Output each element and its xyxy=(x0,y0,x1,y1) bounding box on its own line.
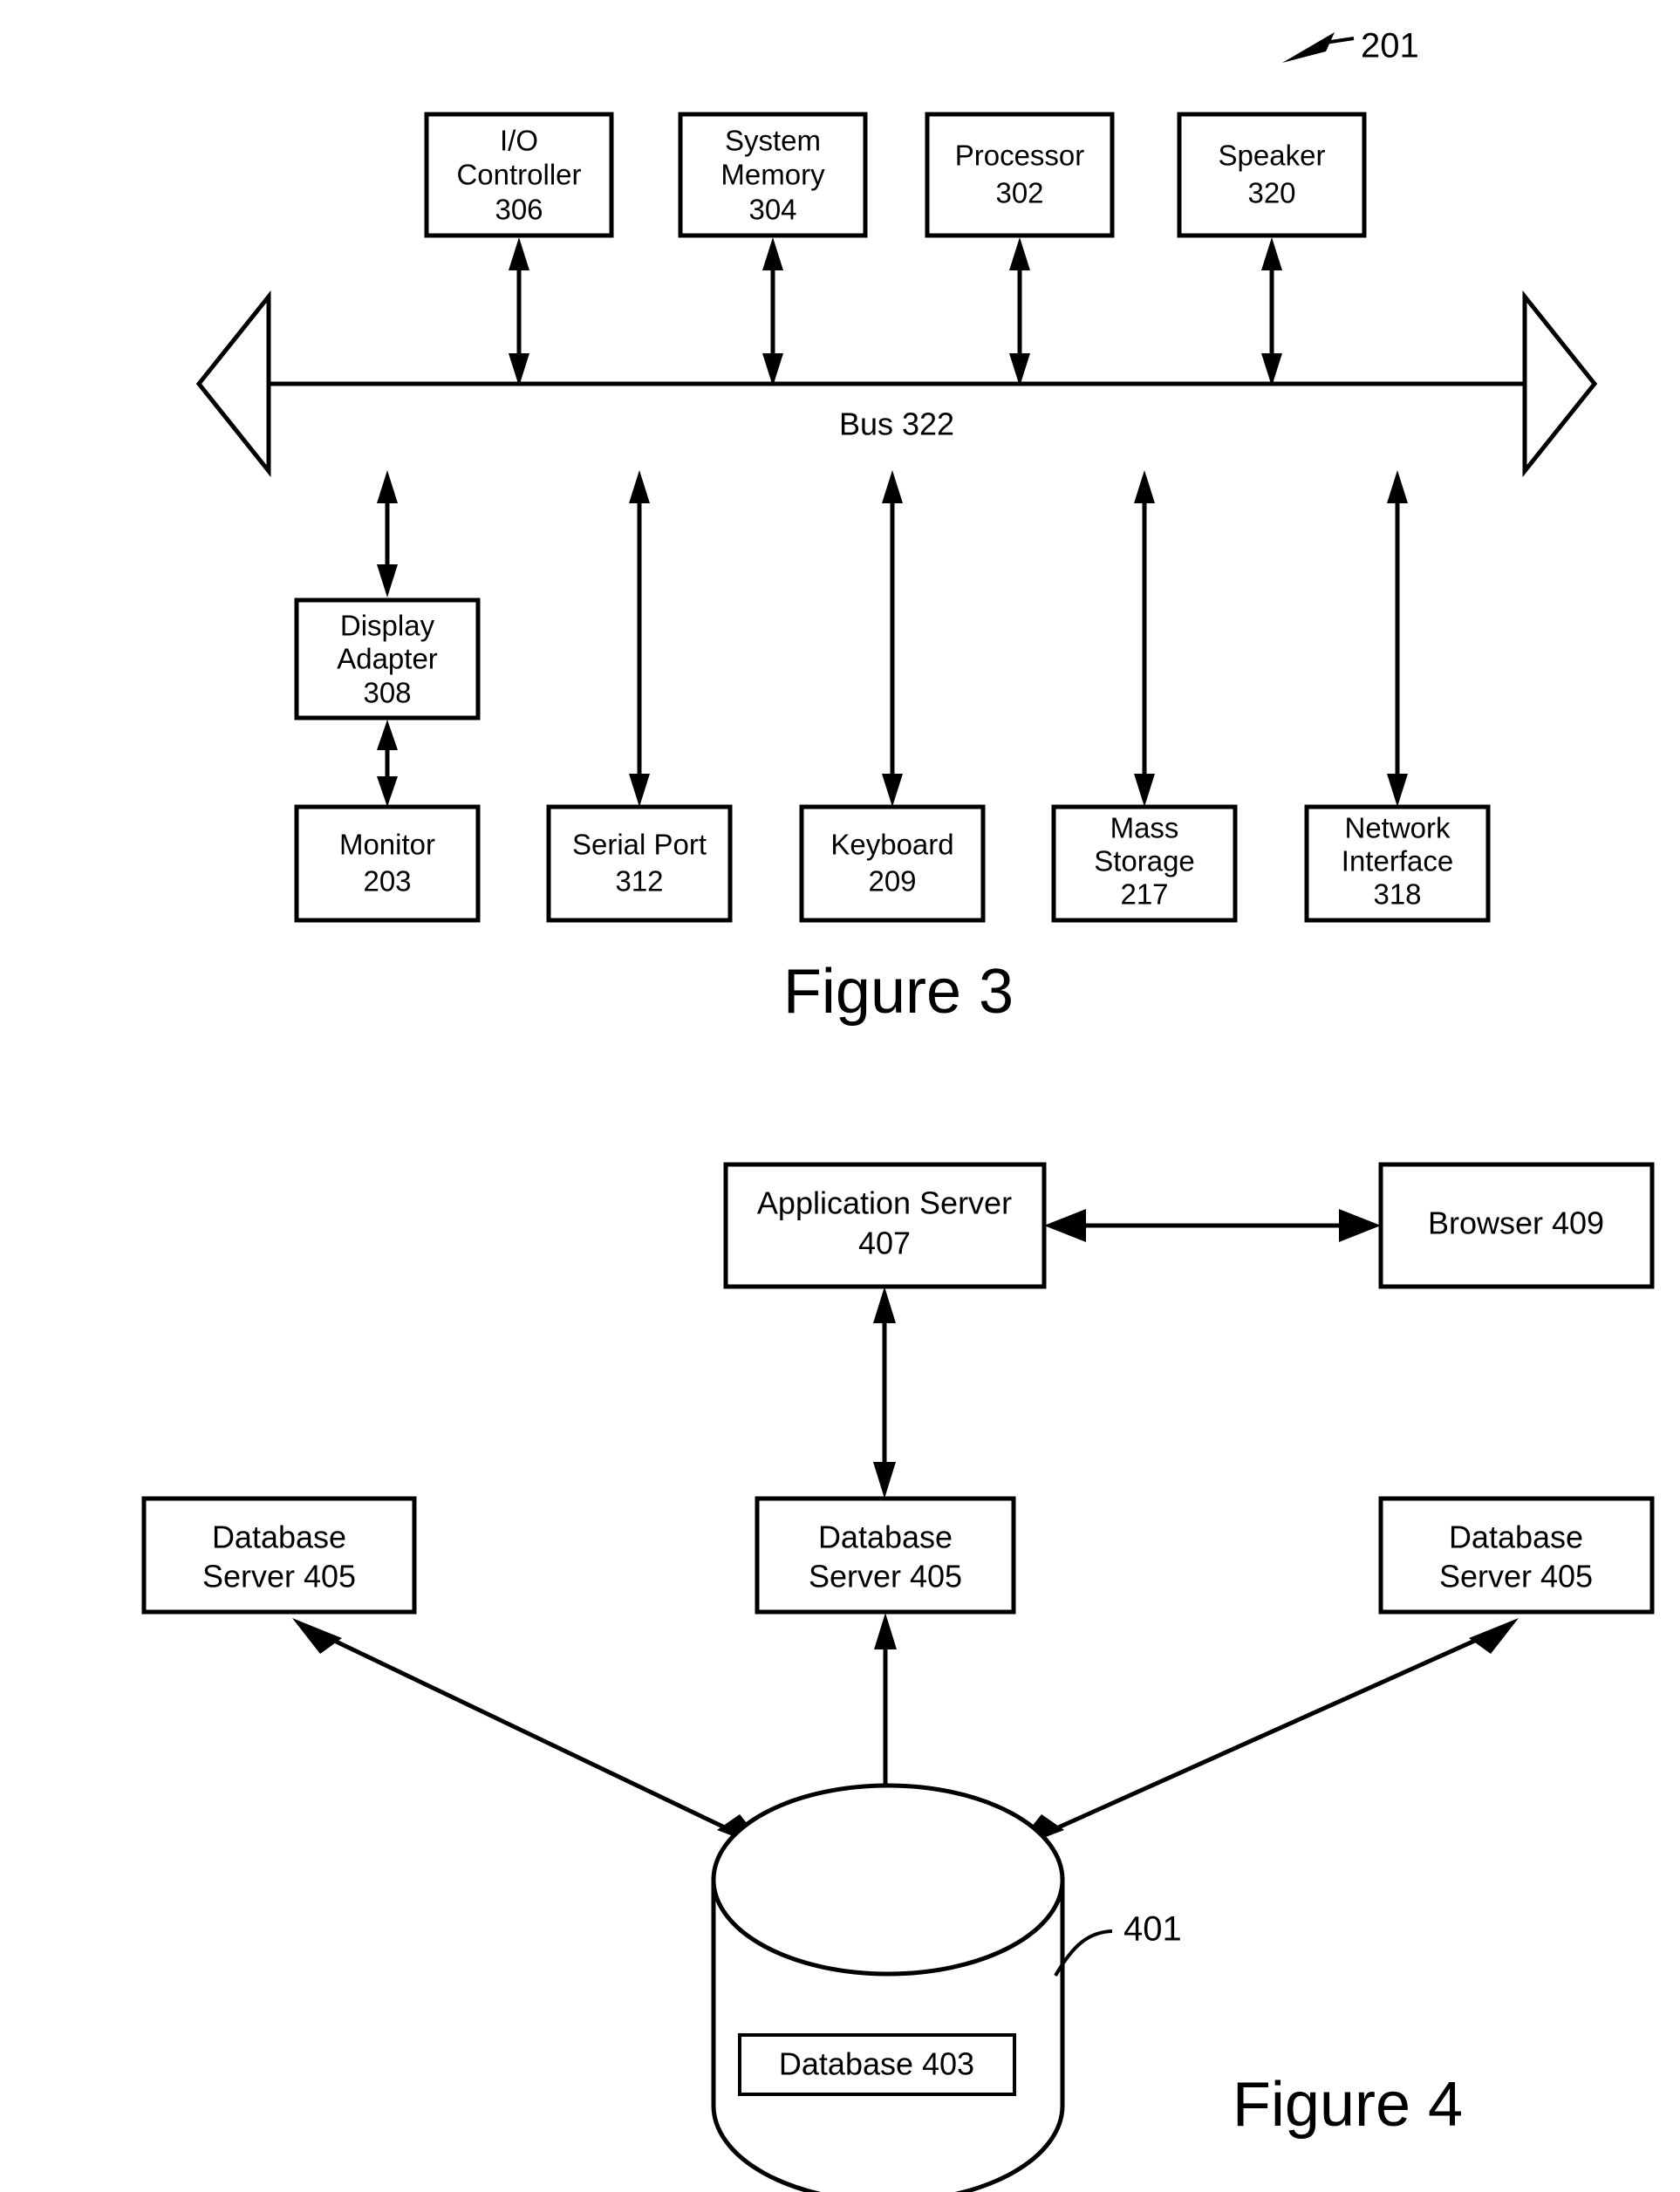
processor-line1: Processor xyxy=(955,140,1085,172)
arrow-display-adapter-monitor xyxy=(377,720,398,807)
system-memory-line3: 304 xyxy=(748,194,796,226)
arrow-processor-bus xyxy=(1009,237,1030,386)
keyboard-box: Keyboard 209 xyxy=(799,804,986,923)
arrow-bus-serial-port xyxy=(629,470,650,807)
reference-201-leader: 201 xyxy=(1282,27,1419,65)
network-interface-line2: Interface xyxy=(1342,845,1453,877)
arrow-bus-display-adapter xyxy=(377,470,398,598)
network-interface-box: Network Interface 318 xyxy=(1304,804,1491,923)
mass-storage-box: Mass Storage 217 xyxy=(1051,804,1238,923)
browser-line1: Browser 409 xyxy=(1428,1205,1604,1241)
reference-401-leader: 401 xyxy=(1054,1910,1182,1977)
mass-storage-line1: Mass xyxy=(1110,812,1179,844)
system-memory-line1: System xyxy=(725,125,821,157)
reference-201-label: 201 xyxy=(1361,27,1419,65)
arrow-bus-network-interface xyxy=(1387,470,1408,807)
display-adapter-box: Display Adapter 308 xyxy=(294,598,481,720)
display-adapter-line3: 308 xyxy=(363,677,411,709)
browser-box: Browser 409 xyxy=(1378,1162,1655,1289)
arrow-system-memory-bus xyxy=(762,237,783,386)
speaker-line2: 320 xyxy=(1247,177,1295,209)
arrow-dbserver-left-database xyxy=(292,1618,768,1849)
application-server-line1: Application Server xyxy=(757,1185,1012,1221)
processor-box: Processor 302 xyxy=(925,112,1115,238)
db-server-right-line1: Database xyxy=(1449,1519,1583,1555)
arrow-appserver-dbserver-center xyxy=(873,1287,896,1499)
figure-4-caption: Figure 4 xyxy=(1233,2070,1463,2140)
display-adapter-line2: Adapter xyxy=(337,643,438,675)
io-controller-box: I/O Controller 306 xyxy=(424,112,614,238)
monitor-box: Monitor 203 xyxy=(294,804,481,923)
arrow-speaker-bus xyxy=(1261,237,1282,386)
io-controller-line3: 306 xyxy=(495,194,543,226)
figure-4-group: Application Server 407 Browser 409 Datab… xyxy=(141,1162,1655,2192)
reference-401-label: 401 xyxy=(1123,1910,1182,1949)
figure-3-group: 201 I/O Controller 306 System Memory 304… xyxy=(195,27,1598,1027)
arrow-io-controller-bus xyxy=(509,237,529,386)
db-server-left-line2: Server 405 xyxy=(202,1559,356,1594)
serial-port-box: Serial Port 312 xyxy=(546,804,733,923)
mass-storage-line2: Storage xyxy=(1094,845,1195,877)
system-memory-box: System Memory 304 xyxy=(678,112,868,238)
system-bus: Bus 322 xyxy=(195,290,1598,478)
figure-3-caption: Figure 3 xyxy=(783,957,1014,1027)
monitor-line2: 203 xyxy=(363,865,411,898)
database-inner-line1: Database 403 xyxy=(779,2046,974,2082)
processor-line2: 302 xyxy=(995,177,1043,209)
database-server-center-box: Database Server 405 xyxy=(755,1496,1016,1615)
bus-label: Bus 322 xyxy=(839,406,954,442)
arrow-bus-mass-storage xyxy=(1134,470,1155,807)
speaker-box: Speaker 320 xyxy=(1177,112,1367,238)
io-controller-line1: I/O xyxy=(500,125,538,157)
database-server-left-box: Database Server 405 xyxy=(141,1496,417,1615)
patent-figure-sheet: 201 I/O Controller 306 System Memory 304… xyxy=(0,0,1680,2192)
db-server-right-line2: Server 405 xyxy=(1439,1559,1593,1594)
arrow-appserver-browser xyxy=(1044,1209,1381,1242)
db-server-center-line2: Server 405 xyxy=(809,1559,962,1594)
arrow-dbserver-right-database xyxy=(1014,1618,1519,1849)
network-interface-line3: 318 xyxy=(1373,878,1421,911)
display-adapter-line1: Display xyxy=(340,610,435,642)
monitor-line1: Monitor xyxy=(339,829,435,861)
keyboard-line2: 209 xyxy=(868,865,916,898)
serial-port-line2: 312 xyxy=(615,865,663,898)
serial-port-line1: Serial Port xyxy=(572,829,707,861)
database-cylinder xyxy=(711,1783,1065,2192)
application-server-line2: 407 xyxy=(858,1226,911,1261)
network-interface-line1: Network xyxy=(1344,812,1451,844)
speaker-line1: Speaker xyxy=(1219,140,1326,172)
keyboard-line1: Keyboard xyxy=(830,829,953,861)
db-server-center-line1: Database xyxy=(818,1519,953,1555)
application-server-box: Application Server 407 xyxy=(723,1162,1047,1289)
database-inner-box: Database 403 xyxy=(738,2033,1016,2096)
db-server-left-line1: Database xyxy=(212,1519,346,1555)
database-server-right-box: Database Server 405 xyxy=(1378,1496,1655,1615)
system-memory-line2: Memory xyxy=(720,159,825,191)
mass-storage-line3: 217 xyxy=(1120,878,1168,911)
io-controller-line2: Controller xyxy=(456,159,581,191)
arrow-bus-keyboard xyxy=(882,470,903,807)
